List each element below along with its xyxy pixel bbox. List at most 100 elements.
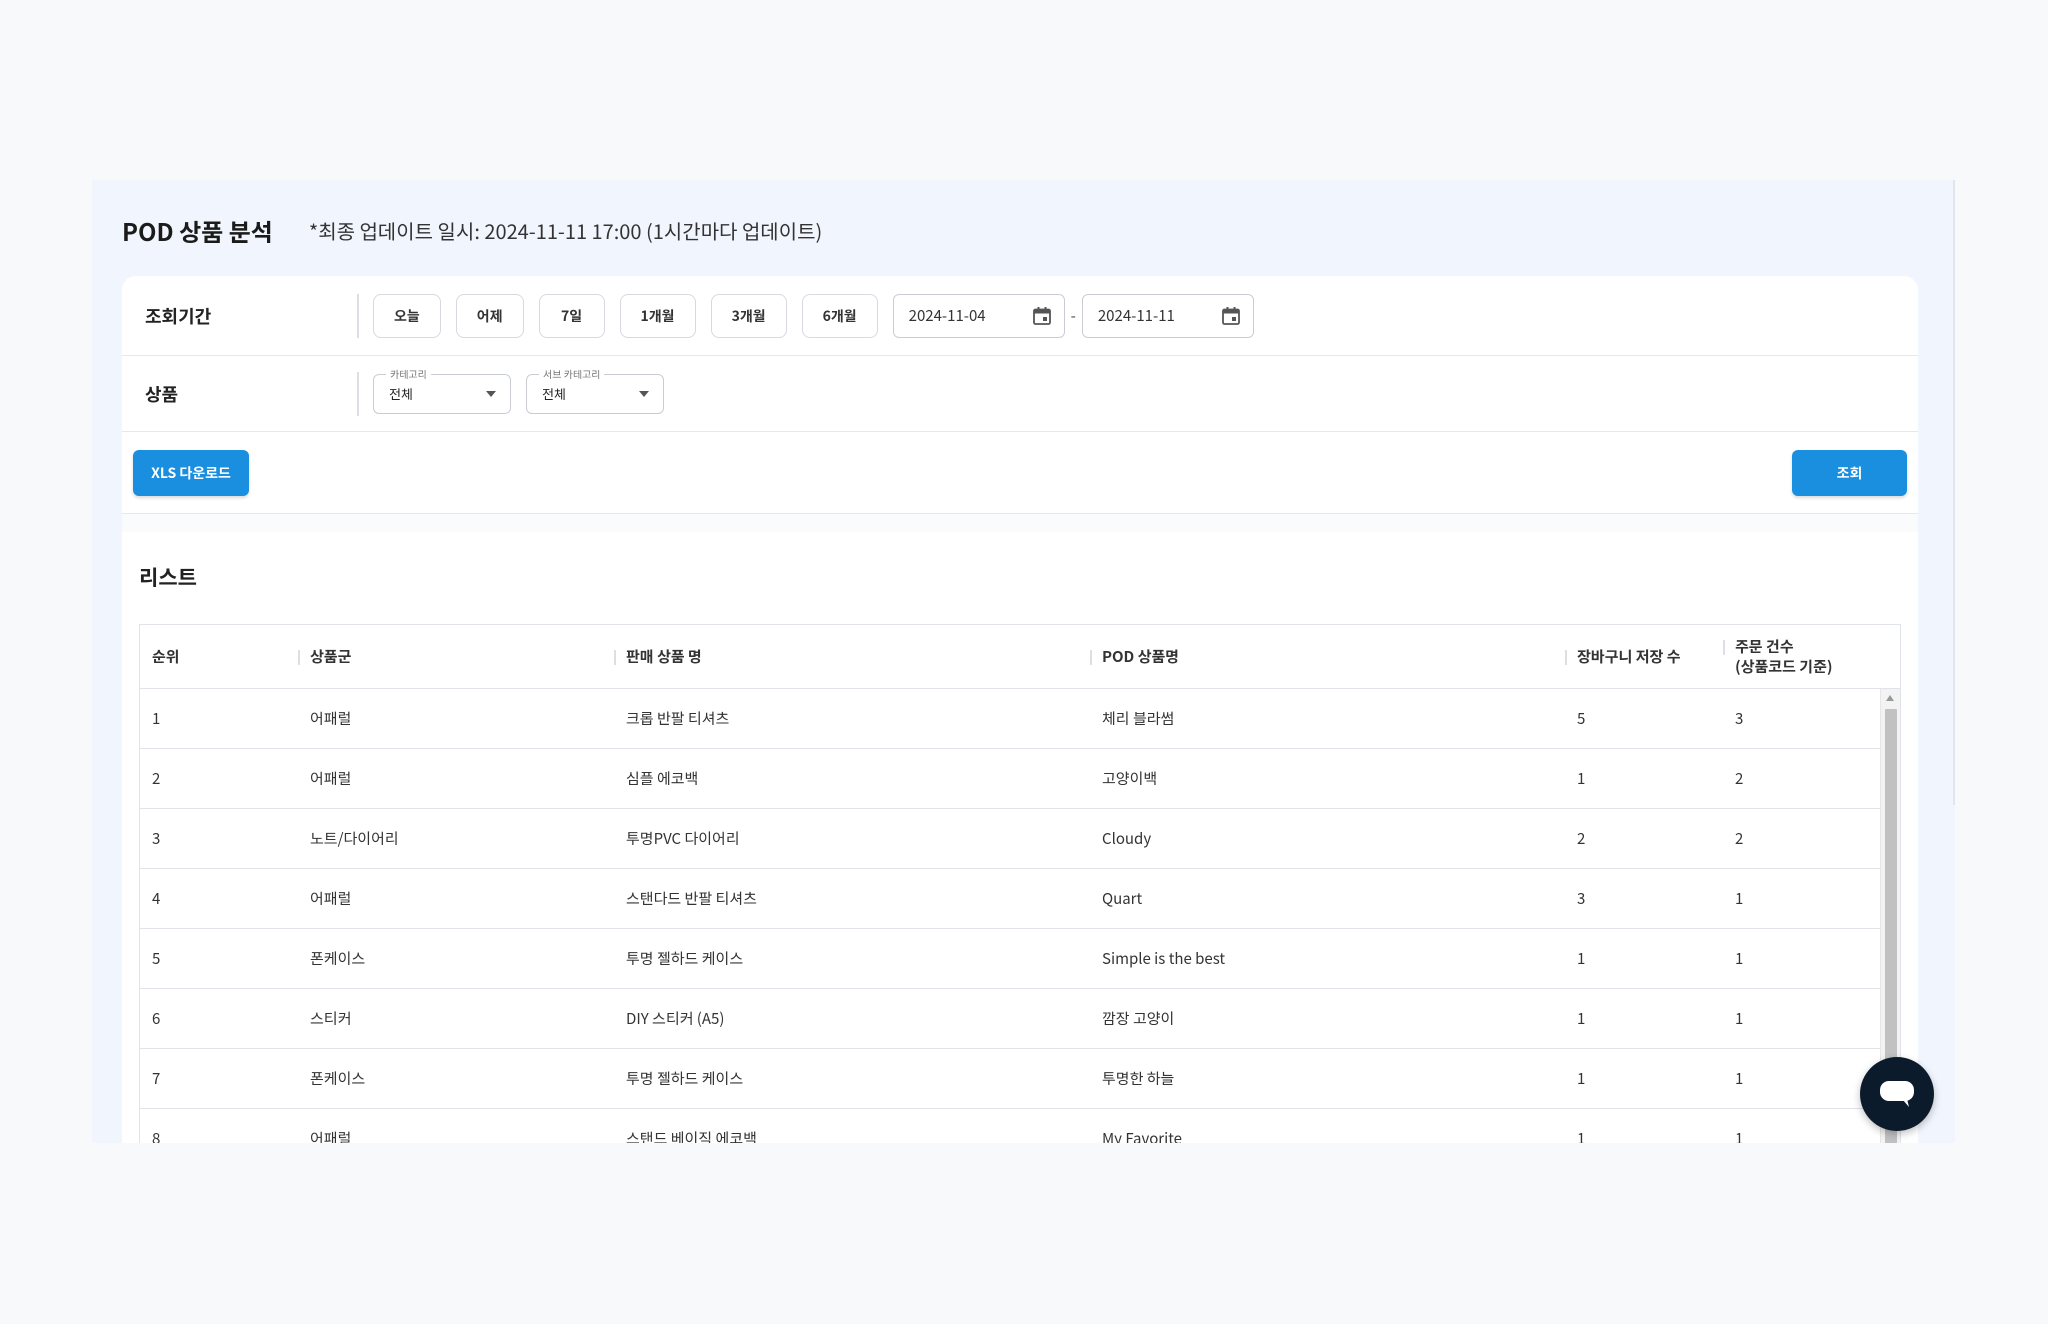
cell-cart-count: 1 <box>1577 948 1586 969</box>
col-product-name-header[interactable]: 판매 상품 명 <box>614 646 1090 667</box>
table-row[interactable]: 3 노트/다이어리 투명PVC 다이어리 Cloudy 2 2 <box>140 809 1882 869</box>
category-select[interactable]: 카테고리 전체 <box>373 366 511 414</box>
range-7days-button[interactable]: 7일 <box>538 293 605 338</box>
calendar-icon[interactable] <box>1032 306 1052 326</box>
start-date-field[interactable]: 2024-11-04 <box>892 293 1065 338</box>
cell-product-name: 투명 젤하드 케이스 <box>626 948 744 969</box>
category-value: 전체 <box>389 384 413 403</box>
cell-cart-count: 1 <box>1577 1068 1586 1089</box>
range-6months-button[interactable]: 6개월 <box>801 293 878 338</box>
frame-border <box>1953 180 1955 805</box>
section-divider <box>122 514 1918 532</box>
search-button[interactable]: 조회 <box>1792 450 1907 496</box>
end-date-value: 2024-11-11 <box>1097 305 1175 326</box>
calendar-icon[interactable] <box>1221 306 1241 326</box>
cell-cart-count: 1 <box>1577 768 1586 789</box>
table-row[interactable]: 8 어패럴 스탠드 베이직 에코백 My Favorite 1 1 <box>140 1109 1882 1143</box>
cell-pod-name: My Favorite <box>1102 1128 1182 1143</box>
chat-bubble-icon <box>1880 1081 1914 1107</box>
col-rank-header[interactable]: 순위 <box>140 646 298 667</box>
update-note: *최종 업데이트 일시: 2024-11-11 17:00 (1시간마다 업데이… <box>308 215 823 245</box>
cell-pod-name: Quart <box>1102 888 1143 909</box>
cell-cart-count: 1 <box>1577 1128 1586 1143</box>
action-row: XLS 다운로드 조회 <box>122 432 1918 514</box>
table-body: 1 어패럴 크롭 반팔 티셔츠 체리 블라썸 5 3 2 어패럴 심플 에코백 … <box>140 689 1882 1143</box>
cell-cart-count: 3 <box>1577 888 1586 909</box>
date-separator: - <box>1070 305 1076 326</box>
cell-product-group: 어패럴 <box>310 768 352 789</box>
cell-product-group: 어패럴 <box>310 1128 352 1143</box>
product-select-group: 카테고리 전체 서브 카테고리 전체 <box>373 366 664 414</box>
range-1month-button[interactable]: 1개월 <box>619 293 696 338</box>
xls-download-button[interactable]: XLS 다운로드 <box>133 450 249 496</box>
cell-pod-name: 체리 블라썸 <box>1102 708 1175 729</box>
product-filter-row: 상품 카테고리 전체 서브 카테고리 전체 <box>122 356 1918 432</box>
cell-product-name: 스탠드 베이직 에코백 <box>626 1128 757 1143</box>
range-yesterday-button[interactable]: 어제 <box>455 293 524 338</box>
cell-order-count: 1 <box>1735 948 1744 969</box>
page-title: POD 상품 분석 <box>122 212 273 248</box>
chevron-down-icon <box>639 390 649 397</box>
table-row[interactable]: 7 폰케이스 투명 젤하드 케이스 투명한 하늘 1 1 <box>140 1049 1882 1109</box>
cell-pod-name: 투명한 하늘 <box>1102 1068 1175 1089</box>
table-row[interactable]: 2 어패럴 심플 에코백 고양이백 1 2 <box>140 749 1882 809</box>
cell-order-count: 1 <box>1735 888 1744 909</box>
sub-category-select[interactable]: 서브 카테고리 전체 <box>526 366 664 414</box>
cell-product-group: 어패럴 <box>310 888 352 909</box>
cell-product-group: 스티커 <box>310 1008 352 1029</box>
scroll-up-arrow-icon[interactable] <box>1886 695 1894 701</box>
cell-rank: 1 <box>152 708 161 729</box>
col-cart-count-header[interactable]: 장바구니 저장 수 <box>1565 646 1723 667</box>
cell-rank: 4 <box>152 888 161 909</box>
col-order-count-header[interactable]: 주문 건수 (상품코드 기준) <box>1723 636 1882 677</box>
page-header: POD 상품 분석 *최종 업데이트 일시: 2024-11-11 17:00 … <box>122 210 822 250</box>
cell-order-count: 1 <box>1735 1068 1744 1089</box>
chat-button[interactable] <box>1860 1057 1934 1131</box>
cell-product-group: 폰케이스 <box>310 948 366 969</box>
range-3months-button[interactable]: 3개월 <box>710 293 787 338</box>
cell-order-count: 1 <box>1735 1128 1744 1143</box>
table-row[interactable]: 1 어패럴 크롭 반팔 티셔츠 체리 블라썸 5 3 <box>140 689 1882 749</box>
cell-pod-name: Cloudy <box>1102 828 1152 849</box>
cell-rank: 8 <box>152 1128 161 1143</box>
cell-pod-name: 고양이백 <box>1102 768 1158 789</box>
cell-rank: 7 <box>152 1068 161 1089</box>
quick-range-group: 오늘 어제 7일 1개월 3개월 6개월 2024-11-04 - 2024-1… <box>373 293 1254 338</box>
chevron-down-icon <box>486 390 496 397</box>
cell-rank: 3 <box>152 828 161 849</box>
category-legend: 카테고리 <box>386 366 431 381</box>
cell-pod-name: 깜장 고양이 <box>1102 1008 1175 1029</box>
range-today-button[interactable]: 오늘 <box>373 293 441 338</box>
cell-pod-name: Simple is the best <box>1102 948 1225 969</box>
cell-rank: 2 <box>152 768 161 789</box>
cell-product-name: 투명PVC 다이어리 <box>626 828 740 849</box>
end-date-field[interactable]: 2024-11-11 <box>1081 293 1254 338</box>
product-label: 상품 <box>122 371 359 416</box>
table-row[interactable]: 6 스티커 DIY 스티커 (A5) 깜장 고양이 1 1 <box>140 989 1882 1049</box>
list-title: 리스트 <box>139 562 197 592</box>
cell-product-name: 크롭 반팔 티셔츠 <box>626 708 730 729</box>
cell-product-name: 투명 젤하드 케이스 <box>626 1068 744 1089</box>
cell-cart-count: 5 <box>1577 708 1586 729</box>
period-filter-row: 조회기간 오늘 어제 7일 1개월 3개월 6개월 2024-11-04 - 2… <box>122 276 1918 356</box>
cell-cart-count: 1 <box>1577 1008 1586 1029</box>
table-row[interactable]: 5 폰케이스 투명 젤하드 케이스 Simple is the best 1 1 <box>140 929 1882 989</box>
cell-order-count: 3 <box>1735 708 1744 729</box>
col-product-group-header[interactable]: 상품군 <box>298 646 614 667</box>
cell-product-group: 노트/다이어리 <box>310 828 399 849</box>
cell-order-count: 2 <box>1735 768 1744 789</box>
period-label: 조회기간 <box>122 293 359 338</box>
cell-product-name: DIY 스티커 (A5) <box>626 1008 725 1029</box>
cell-rank: 5 <box>152 948 161 969</box>
analysis-panel: 조회기간 오늘 어제 7일 1개월 3개월 6개월 2024-11-04 - 2… <box>122 276 1918 1143</box>
table-row[interactable]: 4 어패럴 스탠다드 반팔 티셔츠 Quart 3 1 <box>140 869 1882 929</box>
cell-product-name: 심플 에코백 <box>626 768 699 789</box>
col-pod-name-header[interactable]: POD 상품명 <box>1090 646 1565 667</box>
cell-cart-count: 2 <box>1577 828 1586 849</box>
sub-category-legend: 서브 카테고리 <box>539 366 605 381</box>
content-frame: POD 상품 분석 *최종 업데이트 일시: 2024-11-11 17:00 … <box>92 180 1955 1143</box>
cell-order-count: 1 <box>1735 1008 1744 1029</box>
results-table: 순위 상품군 판매 상품 명 POD 상품명 장바구니 저장 수 주문 건수 (… <box>139 624 1901 1143</box>
sub-category-value: 전체 <box>542 384 566 403</box>
start-date-value: 2024-11-04 <box>908 305 986 326</box>
